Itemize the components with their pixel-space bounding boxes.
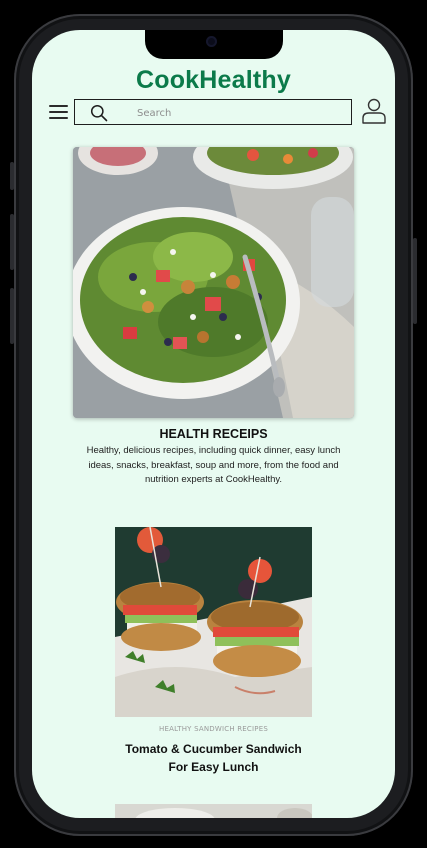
search-input[interactable] xyxy=(135,103,339,123)
recipe-title-line-2: For Easy Lunch xyxy=(168,760,259,774)
phone-volume-down-button xyxy=(10,288,14,344)
featured-recipe-image[interactable] xyxy=(73,147,354,418)
user-icon[interactable] xyxy=(361,98,387,124)
featured-recipe-description: Healthy, delicious recipes, including qu… xyxy=(86,445,341,485)
phone-mute-switch xyxy=(10,162,14,190)
search-bar xyxy=(74,99,352,125)
search-icon[interactable] xyxy=(90,104,108,122)
camera-icon xyxy=(206,36,217,47)
phone-volume-up-button xyxy=(10,214,14,270)
next-recipe-image[interactable] xyxy=(115,804,312,818)
phone-power-button xyxy=(413,238,417,324)
featured-recipe-title: HEALTH RECEIPS xyxy=(159,427,268,441)
phone-notch xyxy=(145,30,283,59)
sandwich-recipe-image[interactable] xyxy=(115,527,312,717)
recipe-title-line-1: Tomato & Cucumber Sandwich xyxy=(125,742,302,756)
recipe-category: HEALTHY SANDWICH RECIPES xyxy=(159,725,268,733)
app-screen: CookHealthy Search HEALTH RECEIPS Health… xyxy=(32,30,395,818)
brand-title: CookHealthy xyxy=(135,66,291,94)
recipe-title[interactable]: Tomato & Cucumber Sandwich For Easy Lunc… xyxy=(102,740,325,776)
hamburger-menu-icon[interactable] xyxy=(49,105,68,119)
